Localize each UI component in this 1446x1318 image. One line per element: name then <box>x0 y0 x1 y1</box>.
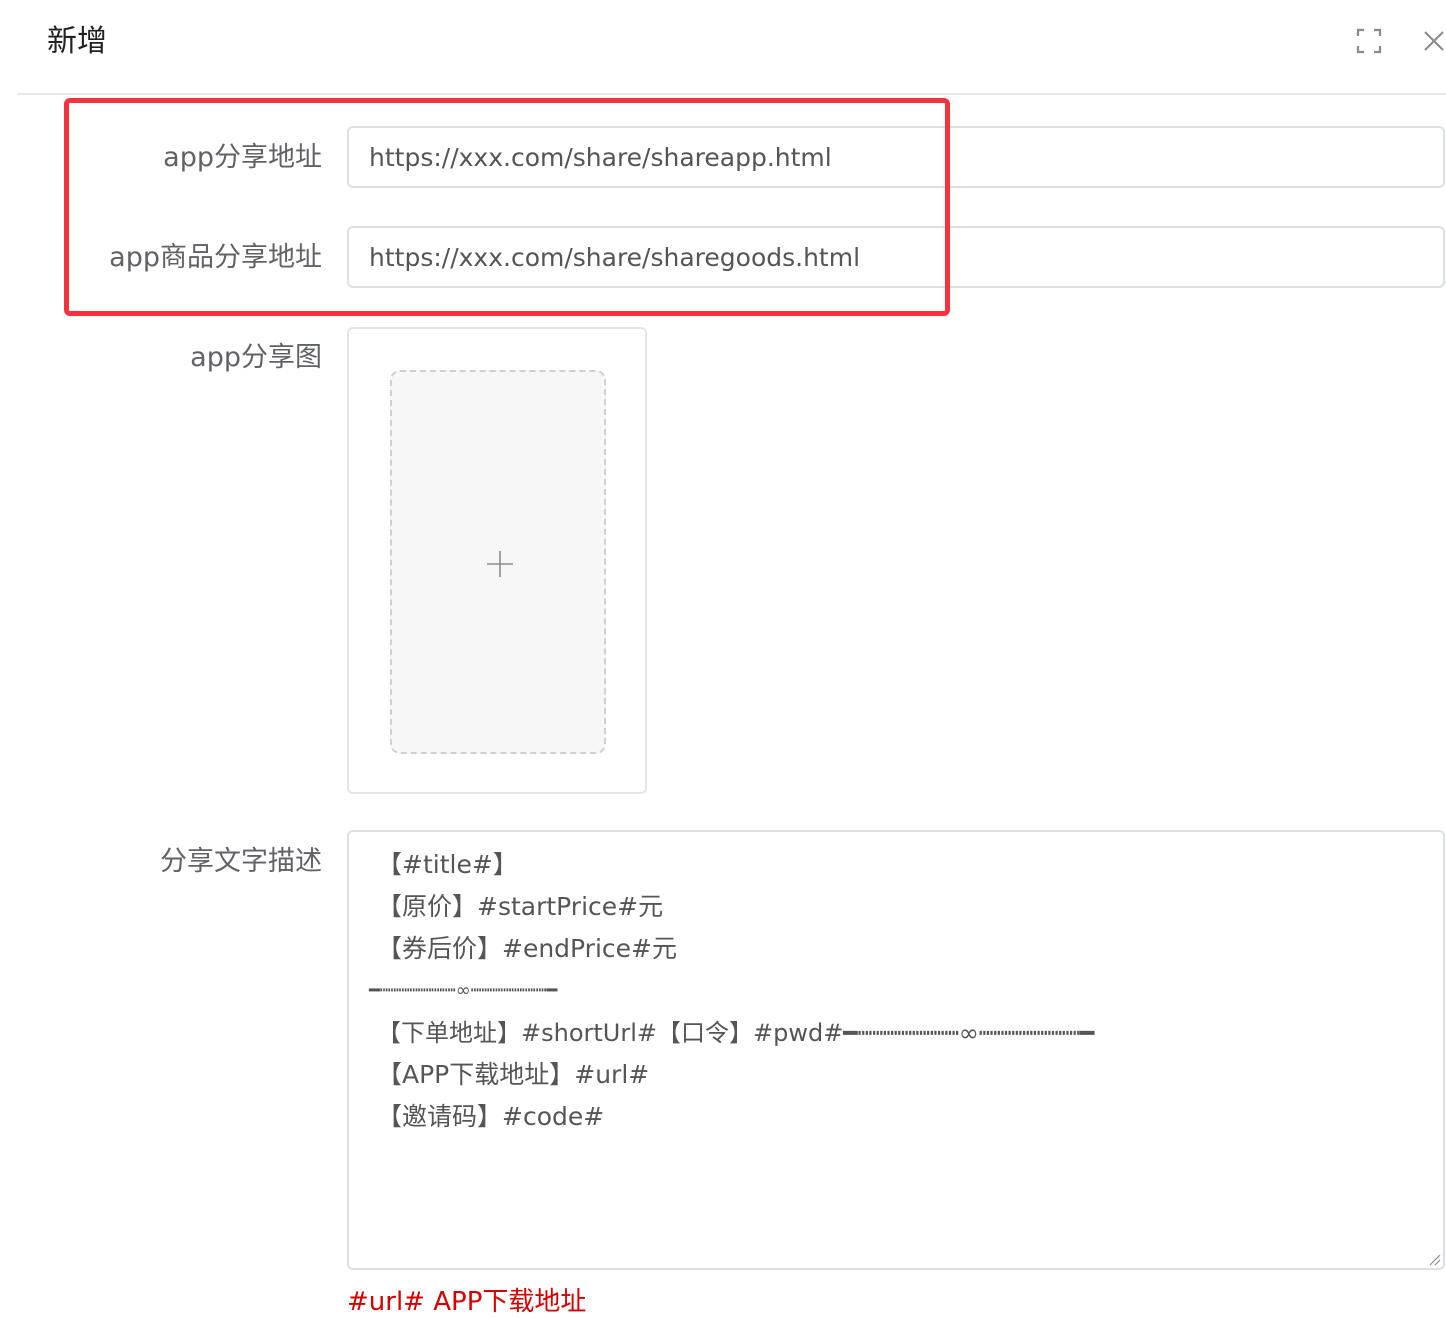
textarea-line: 【APP下载地址】#url# <box>377 1060 650 1089</box>
share-image-upload-button[interactable] <box>390 370 606 754</box>
share-image-upload-card <box>347 327 647 794</box>
resize-handle-icon[interactable] <box>1427 1252 1441 1266</box>
textarea-line: 【原价】#startPrice#元 <box>377 892 664 921</box>
share-url-input[interactable] <box>347 126 1445 188</box>
share-image-label: app分享图 <box>190 342 322 373</box>
close-icon[interactable] <box>1419 26 1446 56</box>
textarea-line: 【邀请码】#code# <box>377 1102 605 1131</box>
share-text-label: 分享文字描述 <box>160 846 322 877</box>
textarea-line: 【券后价】#endPrice#元 <box>377 934 677 963</box>
dialog-header: 新增 <box>17 0 1446 95</box>
goods-share-url-label: app商品分享地址 <box>109 242 322 273</box>
plus-icon <box>486 550 514 578</box>
fullscreen-icon[interactable] <box>1354 26 1384 56</box>
dialog-title: 新增 <box>47 24 107 59</box>
textarea-line: 【下单地址】#shortUrl#【口令】#pwd#━┉┉┉┉┉┉┉∞┉┉┉┉┉┉… <box>377 1019 1095 1047</box>
share-text-textarea[interactable]: 【#title#】 【原价】#startPrice#元 【券后价】#endPri… <box>347 830 1445 1270</box>
textarea-line: 【#title#】 <box>377 850 518 879</box>
add-dialog: 新增 app分享地址 app商品分享地址 app分享图 <box>0 0 1446 1318</box>
share-url-label: app分享地址 <box>163 142 322 173</box>
share-text-hint: #url# APP下载地址 <box>347 1287 587 1317</box>
textarea-line: ━┉┉┉┉┉┉┉∞┉┉┉┉┉┉┉━ <box>369 980 558 1001</box>
goods-share-url-input[interactable] <box>347 226 1445 288</box>
